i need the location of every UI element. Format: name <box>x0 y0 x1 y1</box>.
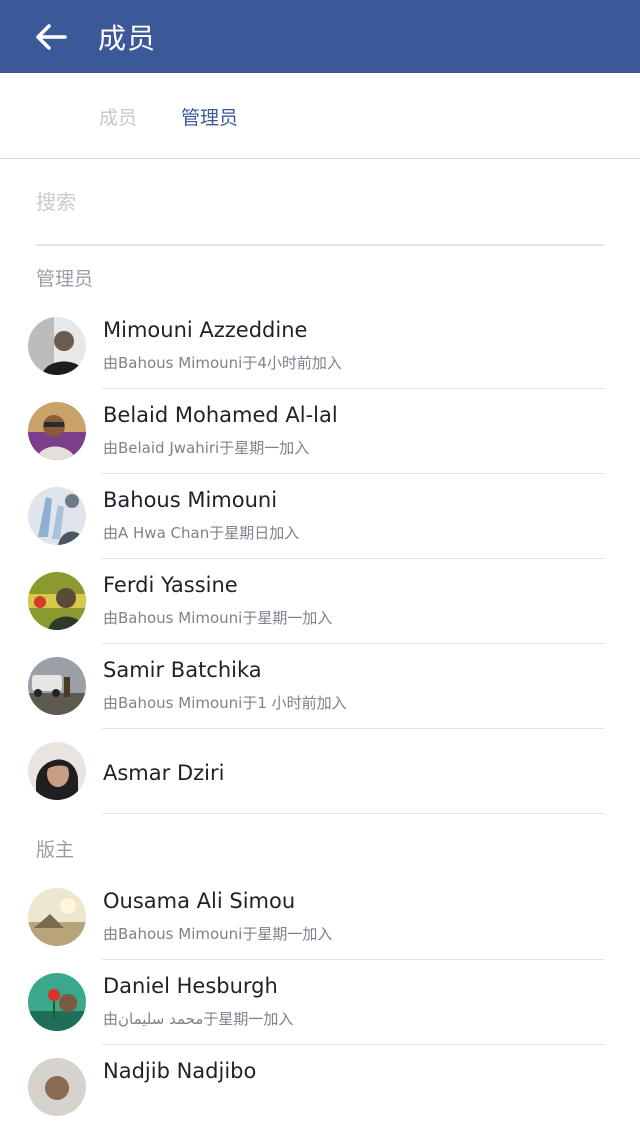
member-joined-info: 由Bahous Mimouni于星期一加入 <box>103 925 333 943</box>
member-joined-info: 由A Hwa Chan于星期日加入 <box>103 524 300 542</box>
member-row[interactable]: Ousama Ali Simou 由Bahous Mimouni于星期一加入 <box>0 875 640 960</box>
back-button[interactable] <box>34 20 68 54</box>
member-row[interactable]: Belaid Mohamed Al-lal 由Belaid Jwahiri于星期… <box>0 389 640 474</box>
member-row[interactable]: Samir Batchika 由Bahous Mimouni于1 小时前加入 <box>0 644 640 729</box>
arrow-left-icon <box>36 23 67 50</box>
search-input[interactable] <box>36 190 604 214</box>
section-header-admins: 管理员 <box>36 268 94 290</box>
member-row[interactable]: Mimouni Azzeddine 由Bahous Mimouni于4小时前加入 <box>0 304 640 389</box>
avatar[interactable] <box>28 888 86 946</box>
avatar[interactable] <box>28 402 86 460</box>
member-joined-info: 由محمد سليمان于星期一加入 <box>103 1010 294 1028</box>
member-name: Mimouni Azzeddine <box>103 318 308 342</box>
member-row[interactable]: Ferdi Yassine 由Bahous Mimouni于星期一加入 <box>0 559 640 644</box>
tab-admins[interactable]: 管理员 <box>181 103 238 130</box>
tab-bar: 成员 管理员 <box>0 73 640 159</box>
member-name: Samir Batchika <box>103 658 262 682</box>
member-row[interactable]: Asmar Dziri <box>0 729 640 814</box>
member-joined-info: 由Bahous Mimouni于4小时前加入 <box>103 354 342 372</box>
member-name: Nadjib Nadjibo <box>103 1059 257 1083</box>
member-joined-info: 由Bahous Mimouni于1 小时前加入 <box>103 694 347 712</box>
avatar[interactable] <box>28 1058 86 1116</box>
member-name: Asmar Dziri <box>103 761 225 785</box>
divider <box>102 813 604 814</box>
member-joined-info: 由Bahous Mimouni于星期一加入 <box>103 609 333 627</box>
member-name: Daniel Hesburgh <box>103 974 278 998</box>
section-header-moderators: 版主 <box>36 839 75 861</box>
search-box <box>36 158 604 246</box>
avatar[interactable] <box>28 657 86 715</box>
tab-members[interactable]: 成员 <box>99 103 137 130</box>
member-row[interactable]: Daniel Hesburgh 由محمد سليمان于星期一加入 <box>0 960 640 1045</box>
app-bar: 成员 <box>0 0 640 73</box>
member-name: Ferdi Yassine <box>103 573 238 597</box>
member-name: Belaid Mohamed Al-lal <box>103 403 338 427</box>
avatar[interactable] <box>28 572 86 630</box>
page-title: 成员 <box>98 21 157 55</box>
member-name: Ousama Ali Simou <box>103 889 296 913</box>
member-name: Bahous Mimouni <box>103 488 278 512</box>
avatar[interactable] <box>28 973 86 1031</box>
member-joined-info: 由Belaid Jwahiri于星期一加入 <box>103 439 310 457</box>
member-row[interactable]: Bahous Mimouni 由A Hwa Chan于星期日加入 <box>0 474 640 559</box>
avatar[interactable] <box>28 742 86 800</box>
avatar[interactable] <box>28 317 86 375</box>
avatar[interactable] <box>28 487 86 545</box>
member-row[interactable]: Nadjib Nadjibo <box>0 1045 640 1130</box>
